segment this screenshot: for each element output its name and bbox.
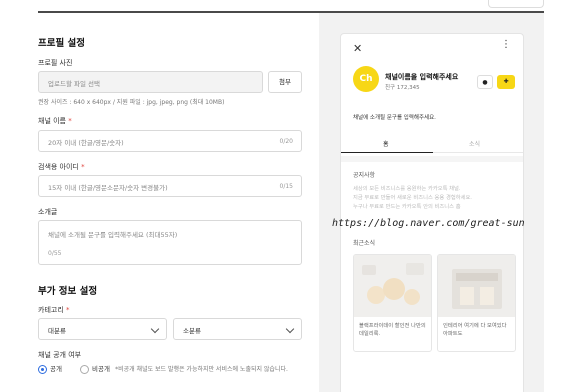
profile-photo-field[interactable]: 업로드할 파일 선택 — [38, 71, 263, 93]
visibility-options: 공개 비공개 *비공개 채널도 보드 발행은 가능하지만 서비스에 노출되지 않… — [38, 363, 288, 374]
profile-photo-label: 프로필 사진 — [38, 59, 73, 67]
close-icon[interactable]: ✕ — [353, 42, 362, 55]
chevron-down-icon — [285, 324, 295, 334]
channel-name-count: 0/20 — [279, 138, 293, 145]
category-minor-select[interactable]: 소분류 — [173, 318, 302, 340]
profile-section-title: 프로필 설정 — [38, 38, 86, 49]
more-vertical-icon[interactable]: ⋮ — [501, 40, 511, 50]
friend-count: 친구 172,345 — [385, 85, 420, 91]
channel-logo: Ch — [353, 66, 379, 92]
watermark: https://blog.naver.com/great-sun — [332, 218, 525, 229]
search-id-input[interactable]: 15자 이내 (한글/영문소문자/숫자 변경불가) 0/15 — [38, 175, 302, 197]
tab-home[interactable]: 홈 — [383, 139, 389, 148]
radio-checked-icon[interactable] — [38, 364, 47, 374]
chevron-down-icon — [150, 324, 160, 334]
category-label: 카테고리 * — [38, 306, 70, 314]
chat-bubble-icon[interactable]: ● — [477, 75, 493, 89]
visibility-note: *비공개 채널도 보드 발행은 가능하지만 서비스에 노출되지 않습니다. — [115, 366, 288, 373]
notice-line: 지금 무료로 만들어 새로운 비즈니스 응용 경험하세요. — [353, 195, 472, 201]
intro-label: 소개글 — [38, 208, 58, 216]
add-channel-icon[interactable]: ✚ — [497, 75, 515, 89]
extra-section-title: 부가 정보 설정 — [38, 286, 98, 297]
channel-name-placeholder: 20자 이내 (한글/영문/숫자) — [48, 139, 124, 147]
visibility-private-option[interactable]: 비공개 — [80, 364, 110, 374]
news-card-image — [438, 255, 515, 317]
tab-news[interactable]: 소식 — [469, 139, 480, 148]
channel-name-label: 채널 이름 * — [38, 117, 72, 125]
section-divider — [341, 156, 523, 162]
recent-news-title: 최근소식 — [353, 240, 376, 247]
news-card[interactable]: 블랙프라이데이 할인전 나만의 데일리룩. — [353, 254, 432, 352]
news-card-image — [354, 255, 431, 317]
notice-line: 세상의 모든 비즈니스를 응원하는 카카오톡 채널. — [353, 186, 461, 192]
radio-unchecked-icon[interactable] — [80, 364, 90, 374]
intro-count: 0/55 — [48, 250, 62, 257]
category-minor-value: 소분류 — [183, 327, 201, 335]
news-card[interactable]: 인테리어 여기에 다 모여있다 아파트도 — [437, 254, 516, 352]
news-card-text: 블랙프라이데이 할인전 나만의 데일리룩. — [359, 323, 426, 337]
attach-button[interactable]: 첨부 — [268, 71, 302, 93]
preview-tabs: 홈 소식 — [341, 133, 523, 153]
intro-placeholder: 채널에 소개될 문구를 입력해주세요 (최대55자) — [48, 231, 178, 239]
notice-title: 공지사항 — [353, 172, 376, 179]
page: 프로필 설정 프로필 사진 업로드할 파일 선택 첨부 권장 사이즈 : 640… — [0, 0, 580, 392]
channel-intro-preview: 채널에 소개될 문구를 입력해주세요. — [353, 115, 436, 121]
channel-name-input[interactable]: 20자 이내 (한글/영문/숫자) 0/20 — [38, 130, 302, 152]
visibility-label: 채널 공개 여부 — [38, 351, 82, 359]
category-major-select[interactable]: 대분류 — [38, 318, 167, 340]
search-id-placeholder: 15자 이내 (한글/영문소문자/숫자 변경불가) — [48, 184, 168, 192]
search-id-label: 검색용 아이디 * — [38, 163, 85, 171]
profile-photo-hint: 권장 사이즈 : 640 x 640px / 지원 파일 : jpg, jpeg… — [38, 99, 225, 106]
active-tab-indicator — [341, 151, 433, 153]
notice-line: 누구나 무료로 만드는 카카오톡 안의 비즈니스 홈 — [353, 204, 461, 210]
visibility-public-option[interactable]: 공개 — [38, 364, 62, 374]
channel-preview: ✕ ⋮ Ch 채널이름을 입력해주세요 친구 172,345 ● ✚ 채널에 소… — [340, 33, 524, 392]
news-card-text: 인테리어 여기에 다 모여있다 아파트도 — [443, 323, 507, 337]
intro-textarea[interactable]: 채널에 소개될 문구를 입력해주세요 (최대55자) 0/55 — [38, 220, 302, 265]
top-corner-button[interactable] — [488, 0, 544, 8]
profile-photo-placeholder: 업로드할 파일 선택 — [48, 80, 100, 88]
channel-name-preview: 채널이름을 입력해주세요 — [385, 73, 459, 81]
search-id-count: 0/15 — [279, 183, 293, 190]
category-major-value: 대분류 — [48, 327, 66, 335]
